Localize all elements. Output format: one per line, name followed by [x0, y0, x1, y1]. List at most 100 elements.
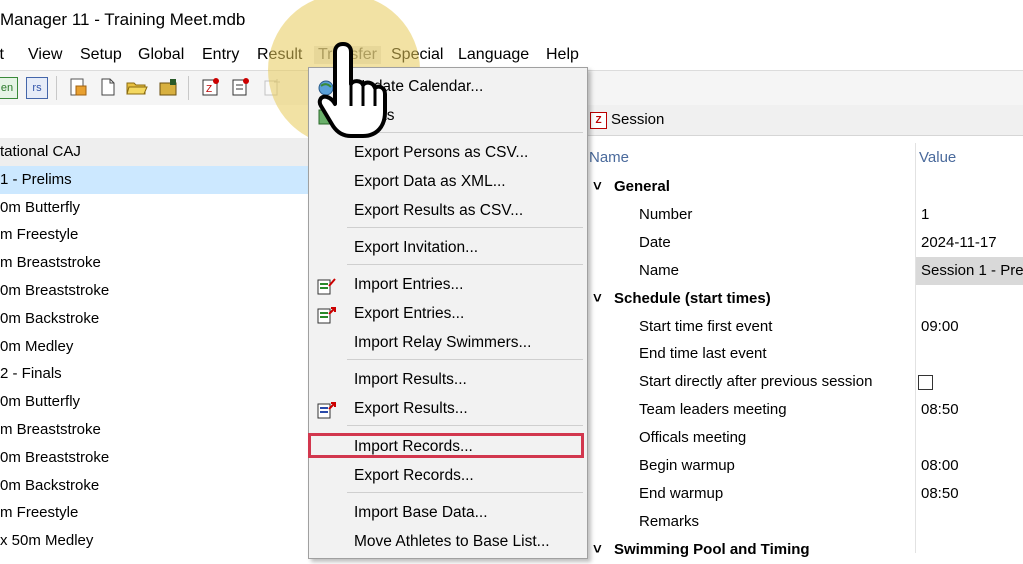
menu-item-label: Export Data as XML...	[354, 173, 506, 190]
tree-node[interactable]: 0m Breaststroke	[0, 277, 308, 305]
import-entries-icon	[317, 276, 336, 295]
menu-separator	[347, 264, 583, 265]
property-row[interactable]: Start directly after previous session	[587, 368, 1023, 396]
tree-node[interactable]: 0m Medley	[0, 333, 308, 361]
property-group[interactable]: ˅ General	[587, 173, 1023, 201]
session-icon: Z	[590, 112, 607, 129]
tree-node[interactable]: 2 - Finals	[0, 360, 308, 388]
menu-item-import-relay-swimmers[interactable]: Import Relay Swimmers...	[309, 328, 587, 357]
menu-item-export-results-as-csv[interactable]: Export Results as CSV...	[309, 196, 587, 225]
menu-item-export-persons-as-csv[interactable]: Export Persons as CSV...	[309, 138, 587, 167]
menu-separator	[347, 359, 583, 360]
chevron-down-icon[interactable]: ˅	[593, 173, 602, 201]
tree-node[interactable]: x 50m Medley	[0, 527, 308, 555]
menu-item-label: Export Results as CSV...	[354, 202, 524, 219]
tree-node[interactable]: 0m Butterfly	[0, 194, 308, 222]
tree-node[interactable]: m Breaststroke	[0, 416, 308, 444]
chevron-down-icon[interactable]: ˅	[593, 285, 602, 313]
menu-bar: itViewSetupGlobalEntryResultTransferSpec…	[0, 40, 1023, 70]
menu-item-import-base-data[interactable]: Import Base Data...	[309, 498, 587, 527]
window-title: Manager 11 - Training Meet.mdb	[0, 10, 246, 29]
menu-item-export-data-as-xml[interactable]: Export Data as XML...	[309, 167, 587, 196]
menu-item-export-entries[interactable]: Export Entries...	[309, 299, 587, 328]
chevron-down-icon[interactable]: ˅	[593, 536, 602, 564]
property-row[interactable]: Start time first event 09:00	[587, 313, 1023, 341]
tree-node[interactable]: m Freestyle	[0, 499, 308, 527]
property-row[interactable]: Number 1	[587, 201, 1023, 229]
menu-item-label: Import Relay Swimmers...	[354, 334, 532, 351]
session-title: Session	[611, 111, 665, 128]
property-row[interactable]: Date 2024-11-17	[587, 229, 1023, 257]
session-panel: Z Session Name Value ˅ General Number 1 Date…	[586, 105, 1023, 558]
property-row[interactable]: Team leaders meeting 08:50	[587, 396, 1023, 424]
property-row[interactable]: End warmup 08:50	[587, 480, 1023, 508]
menu-item-export-records[interactable]: Export Records...	[309, 461, 587, 490]
property-value[interactable]: 08:00	[921, 452, 959, 480]
transfer-menu-dropdown: Update Calendar...esultsExport Persons a…	[308, 67, 588, 559]
menu-setup[interactable]: Setup	[80, 46, 122, 64]
property-group-label: Schedule (start times)	[614, 289, 771, 307]
menu-item-export-results[interactable]: Export Results...	[309, 394, 587, 423]
add-entry-icon[interactable]	[230, 77, 250, 97]
tree-meet-node[interactable]: tational CAJ	[0, 138, 308, 166]
new-file-icon[interactable]	[98, 77, 118, 97]
property-value[interactable]: Session 1 - Pre	[921, 257, 1023, 285]
column-header-value[interactable]: Value	[919, 149, 956, 166]
menu-item-import-entries[interactable]: Import Entries...	[309, 270, 587, 299]
export-entries-icon	[317, 305, 336, 324]
tree-node[interactable]: 0m Butterfly	[0, 388, 308, 416]
tree-node[interactable]: 0m Breaststroke	[0, 444, 308, 472]
property-name: Start directly after previous session	[639, 373, 873, 391]
property-row[interactable]: Name Session 1 - Pre	[587, 256, 1023, 285]
toolbar-en-button[interactable]: en	[0, 77, 18, 99]
menu-separator	[347, 227, 583, 228]
toolbar-separator	[56, 76, 57, 100]
menu-edit[interactable]: it	[0, 46, 4, 64]
report-icon[interactable]	[68, 77, 88, 97]
menu-entry[interactable]: Entry	[202, 46, 239, 64]
hand-cursor-icon	[317, 42, 387, 138]
property-value[interactable]: 09:00	[921, 313, 959, 341]
property-group[interactable]: ˅ Swimming Pool and Timing	[587, 536, 1023, 564]
property-name: Officals meeting	[639, 429, 747, 447]
menu-item-label: Export Persons as CSV...	[354, 144, 529, 161]
start-after-previous-checkbox[interactable]	[918, 375, 933, 391]
property-name: Date	[639, 233, 671, 251]
property-value[interactable]: 2024-11-17	[921, 229, 997, 257]
session-header: Z Session	[587, 105, 1023, 136]
menu-item-export-invitation[interactable]: Export Invitation...	[309, 233, 587, 262]
menu-item-label: Export Results...	[354, 400, 468, 417]
save-folder-icon[interactable]	[158, 77, 178, 97]
property-value[interactable]: 08:50	[921, 480, 959, 508]
tree-node[interactable]: 0m Backstroke	[0, 305, 308, 333]
menu-help[interactable]: Help	[546, 46, 579, 64]
tree-node[interactable]: 0m Backstroke	[0, 472, 308, 500]
menu-global[interactable]: Global	[138, 46, 184, 64]
property-value[interactable]: 1	[921, 201, 929, 229]
menu-language[interactable]: Language	[458, 46, 529, 64]
menu-item-label: Import Results...	[354, 371, 467, 388]
tree-node[interactable]: m Breaststroke	[0, 249, 308, 277]
menu-separator	[347, 425, 583, 426]
property-name: Number	[639, 205, 693, 223]
open-folder-icon[interactable]	[126, 77, 148, 97]
menu-item-label: Export Records...	[354, 467, 474, 484]
property-row[interactable]: Officals meeting	[587, 424, 1023, 452]
tree-node[interactable]: 1 - Prelims	[0, 165, 308, 194]
menu-item-move-athletes-to-base-list[interactable]: Move Athletes to Base List...	[309, 527, 587, 556]
property-row[interactable]: End time last event	[587, 340, 1023, 368]
property-value[interactable]: 08:50	[921, 396, 959, 424]
tree-node[interactable]: m Freestyle	[0, 221, 308, 249]
property-group[interactable]: ˅ Schedule (start times)	[587, 285, 1023, 313]
menu-item-import-results[interactable]: Import Results...	[309, 365, 587, 394]
toolbar-rs-button[interactable]: rs	[26, 77, 48, 99]
new-event-icon[interactable]: Z	[200, 77, 220, 97]
property-group-label: General	[614, 178, 670, 195]
property-row[interactable]: Remarks	[587, 508, 1023, 536]
menu-item-label: Import Base Data...	[354, 504, 488, 521]
menu-view[interactable]: View	[28, 46, 62, 64]
property-row[interactable]: Begin warmup 08:00	[587, 452, 1023, 480]
column-header-name[interactable]: Name	[589, 149, 629, 166]
toolbar-separator	[188, 76, 189, 100]
property-group-label: Swimming Pool and Timing	[614, 540, 810, 558]
